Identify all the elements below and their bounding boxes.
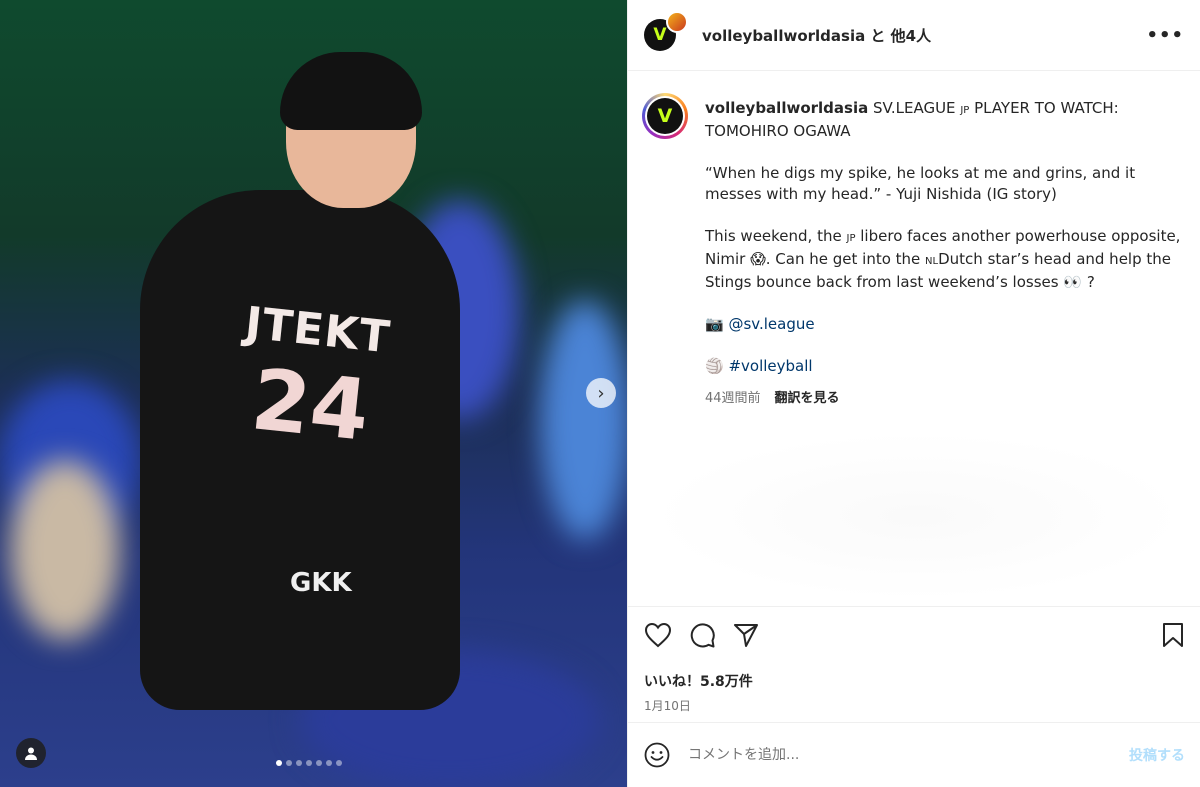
bookmark-icon[interactable] [1161,622,1185,648]
likes-count[interactable]: いいね！5.8万件 [644,671,1185,691]
caption-paragraph: This weekend, the JP libero faces anothe… [705,226,1185,293]
post-actions: いいね！5.8万件 1月10日 [628,606,1200,714]
brand-v-logo: V [653,25,667,45]
eyes-emoji: 👀 [1063,273,1083,291]
hashtag-link[interactable]: #volleyball [728,357,812,375]
scream-emoji: 😱 [750,250,766,268]
post-detail-panel: V volleyballworldasia と 他4人 ••• V volley… [627,0,1200,787]
caption-title-text: SV.LEAGUE [873,99,956,117]
camera-emoji: 📷 [705,315,724,333]
post-comment-button[interactable]: 投稿する [1129,745,1185,765]
comment-icon[interactable] [688,621,716,649]
avatar-ring-gap: V [645,96,685,136]
collaborator-avatar [666,11,688,33]
caption-username[interactable]: volleyballworldasia [705,99,868,117]
tagged-users-button[interactable] [16,738,46,768]
brand-v-logo: V [647,98,683,134]
caption-quote: “When he digs my spike, he looks at me a… [705,164,1136,203]
carousel-dot [326,760,332,766]
comments-loading-area [648,431,1188,601]
background-blur [540,300,627,540]
carousel-dot [286,760,292,766]
caption-text-segment: . Can he get into the [765,250,921,268]
caption-area: V volleyballworldasia SV.LEAGUE JP PLAYE… [628,71,1200,607]
carousel-next-button[interactable]: › [586,378,616,408]
heart-icon[interactable] [644,622,672,648]
share-icon[interactable] [732,621,760,649]
carousel-dot [316,760,322,766]
post-date[interactable]: 1月10日 [644,697,1185,714]
post-header: V volleyballworldasia と 他4人 ••• [628,0,1200,71]
more-options-button[interactable]: ••• [1146,25,1184,46]
action-icon-row [644,621,1185,649]
flag-nl: NL [925,256,939,267]
carousel-dot [276,760,282,766]
translate-button[interactable]: 翻訳を見る [775,388,840,409]
person-icon [25,747,37,760]
carousel-dot [336,760,342,766]
carousel-dot [296,760,302,766]
caption-title: volleyballworldasia SV.LEAGUE JP PLAYER … [705,98,1185,142]
chevron-right-icon: › [597,382,605,404]
caption-meta: 44週間前 翻訳を見る [705,388,1185,409]
caption-mention-line: 📷 @sv.league [705,314,1185,335]
author-avatar[interactable]: V [644,11,688,51]
comment-bar: 投稿する [628,722,1200,787]
background-blur [10,460,120,640]
mention-link[interactable]: @sv.league [728,315,814,333]
jersey-number: 24 [247,350,374,460]
shorts-sponsor-text: GKK [290,568,352,598]
caption-text-segment: ? [1086,273,1095,291]
post-media[interactable]: JTEKT 24 GKK › [0,0,627,787]
emoji-icon[interactable] [644,742,670,768]
caption-hashtag-line: 🏐 #volleyball [705,356,1185,377]
caption-author-avatar[interactable]: V [642,93,688,139]
header-username[interactable]: volleyballworldasia と 他4人 [702,25,931,46]
caption-text-segment: This weekend, the [705,227,842,245]
flag-jp: JP [960,105,970,116]
flag-jp: JP [846,233,856,244]
caption-text: volleyballworldasia SV.LEAGUE JP PLAYER … [705,98,1185,409]
volleyball-emoji: 🏐 [705,357,724,375]
carousel-indicator [276,760,342,766]
carousel-dot [306,760,312,766]
player-hair [280,52,422,130]
comment-input[interactable] [688,747,1129,763]
post-time-ago[interactable]: 44週間前 [705,388,761,409]
